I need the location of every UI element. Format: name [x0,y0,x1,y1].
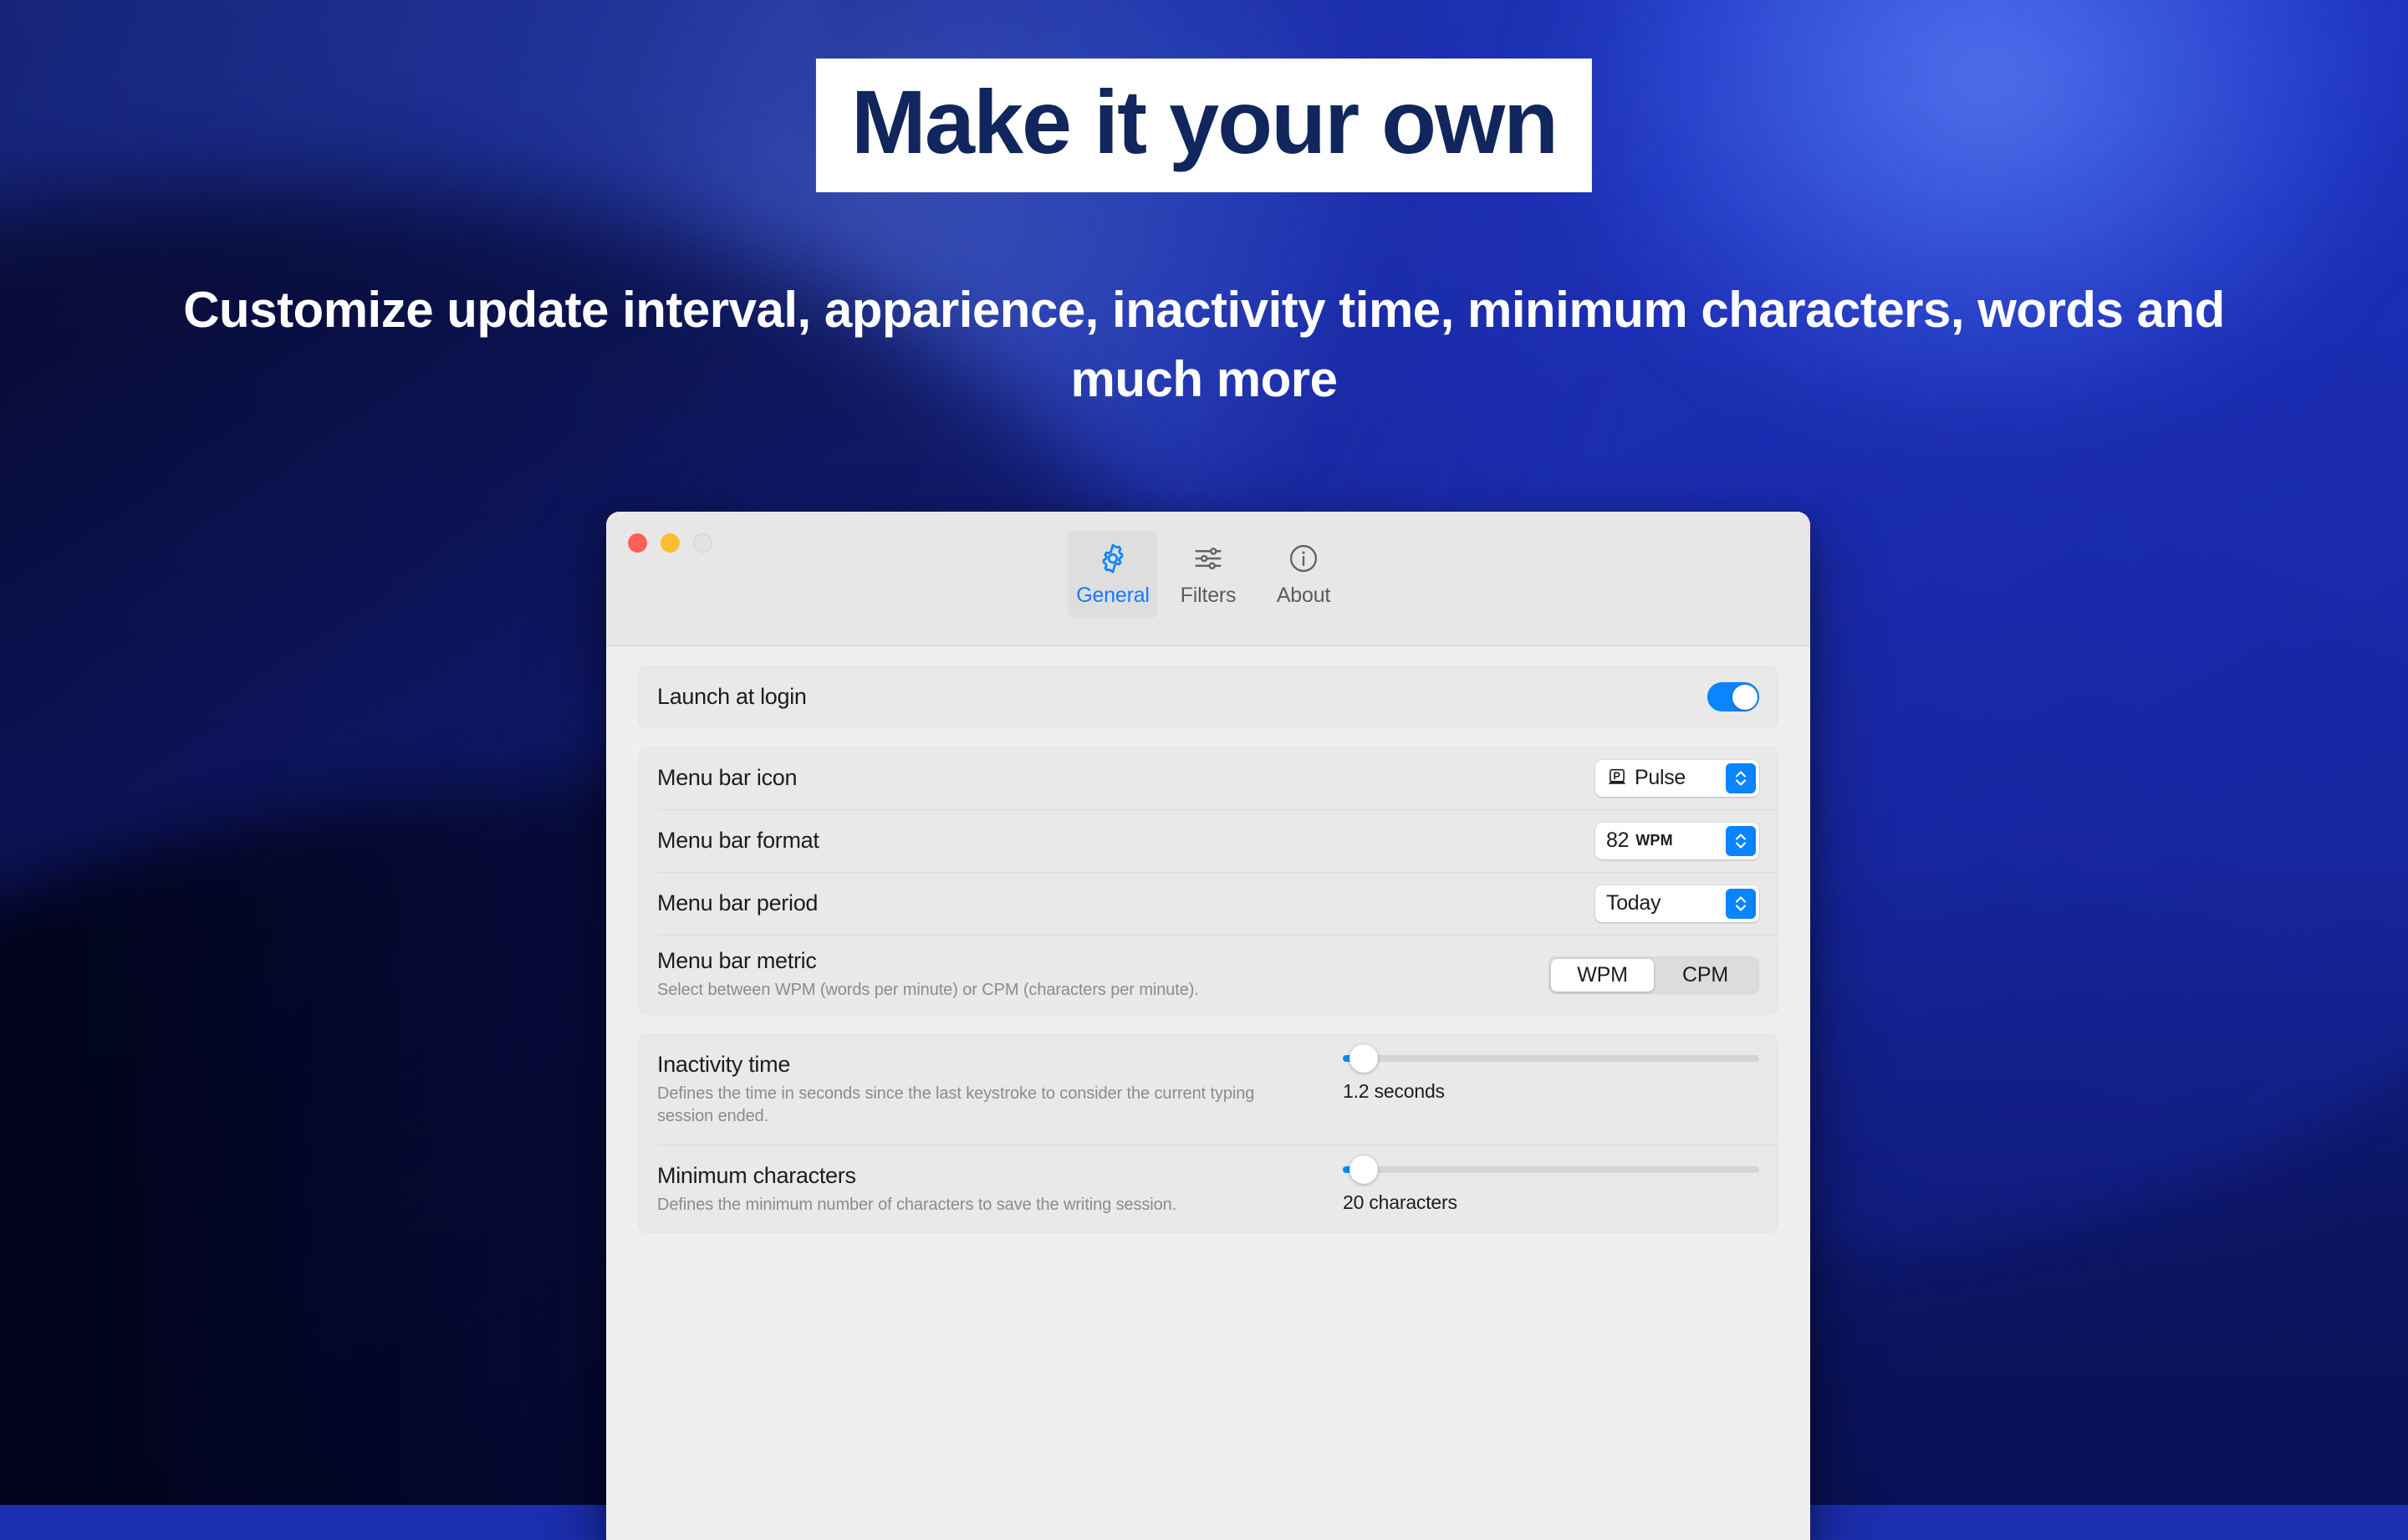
headline-banner: Make it your own [815,59,1593,192]
menu-bar-icon-value-wrap: Pulse [1606,766,1686,790]
gear-icon [1097,542,1129,575]
inactivity-time-slider-area: 1.2 seconds [1343,1044,1759,1103]
menu-bar-icon-value: Pulse [1635,766,1686,789]
page-title: Make it your own [850,71,1559,172]
row-launch-at-login-text: Launch at login [657,671,807,723]
menu-bar-format-value-number: 82 [1606,829,1630,852]
minimum-characters-slider-area: 20 characters [1343,1155,1759,1214]
inactivity-time-value: 1.2 seconds [1343,1080,1445,1102]
window-toolbar: General Filters About [606,512,1810,646]
inactivity-time-slider-thumb[interactable] [1349,1044,1378,1073]
launch-at-login-label: Launch at login [657,684,807,709]
tab-filters-label: Filters [1180,584,1237,607]
preferences-window: General Filters About Launch at login Me… [606,512,1810,1540]
inactivity-time-description: Defines the time in seconds since the la… [657,1084,1255,1125]
minimum-characters-slider-thumb[interactable] [1349,1155,1378,1184]
close-window-button[interactable] [628,533,647,553]
tab-about-label: About [1276,584,1331,607]
menu-bar-period-dropdown[interactable]: Today [1595,885,1759,922]
row-minimum-characters-text: Minimum characters Defines the minimum n… [657,1163,1176,1216]
row-menu-bar-period: Menu bar period Today [638,872,1778,935]
stepper-up-down-icon[interactable] [1726,888,1756,919]
minimize-window-button[interactable] [661,533,680,553]
traffic-light-buttons [628,533,712,553]
row-menu-bar-period-text: Menu bar period [657,877,818,930]
minimum-characters-value: 20 characters [1343,1191,1457,1213]
launch-at-login-card: Launch at login [638,665,1778,728]
menu-bar-format-value-wrap: 82 WPM [1606,829,1673,853]
segment-cpm[interactable]: CPM [1654,959,1757,992]
tab-filters[interactable]: Filters [1163,530,1253,618]
menu-bar-format-dropdown[interactable]: 82 WPM [1595,822,1759,859]
page-subtitle: Customize update interval, apparience, i… [183,282,2225,407]
tab-about[interactable]: About [1258,530,1349,618]
toolbar-tabs: General Filters About [1068,530,1349,618]
zoom-window-button[interactable] [693,533,712,553]
stepper-up-down-icon[interactable] [1726,762,1756,793]
minimum-characters-label: Minimum characters [657,1163,856,1188]
stepper-up-down-icon[interactable] [1726,825,1756,856]
menu-bar-settings-card: Menu bar icon Pulse Menu bar format 82 W… [638,747,1778,1015]
row-menu-bar-icon: Menu bar icon Pulse [638,747,1778,809]
row-menu-bar-format-text: Menu bar format [657,814,819,867]
settings-content: Launch at login Menu bar icon Pulse Menu… [606,646,1810,1540]
keyboard-key-p-icon [1606,767,1628,789]
launch-at-login-toggle[interactable] [1707,682,1759,711]
row-menu-bar-metric-text: Menu bar metric Select between WPM (word… [657,935,1199,1015]
thresholds-card: Inactivity time Defines the time in seco… [638,1033,1778,1233]
menu-bar-metric-segmented-control: WPM CPM [1548,956,1759,994]
row-menu-bar-icon-text: Menu bar icon [657,752,798,804]
minimum-characters-slider[interactable] [1343,1155,1759,1184]
minimum-characters-description: Defines the minimum number of characters… [657,1196,1177,1214]
menu-bar-icon-dropdown[interactable]: Pulse [1595,759,1759,797]
sliders-icon [1192,542,1224,575]
menu-bar-period-value-wrap: Today [1606,891,1661,915]
tab-general-label: General [1076,584,1150,607]
inactivity-time-slider[interactable] [1343,1044,1759,1073]
menu-bar-period-label: Menu bar period [657,890,819,915]
inactivity-time-label: Inactivity time [657,1052,791,1077]
info-circle-icon [1288,542,1319,575]
menu-bar-metric-description: Select between WPM (words per minute) or… [657,981,1199,999]
row-inactivity-time-text: Inactivity time Defines the time in seco… [657,1052,1309,1128]
menu-bar-icon-label: Menu bar icon [657,765,798,790]
row-menu-bar-metric: Menu bar metric Select between WPM (word… [638,935,1778,1015]
menu-bar-period-value: Today [1606,891,1661,915]
row-inactivity-time: Inactivity time Defines the time in seco… [638,1033,1778,1145]
row-menu-bar-format: Menu bar format 82 WPM [638,809,1778,872]
menu-bar-metric-label: Menu bar metric [657,948,817,973]
tab-general[interactable]: General [1068,530,1158,618]
segment-wpm[interactable]: WPM [1551,958,1654,992]
menu-bar-format-label: Menu bar format [657,828,819,853]
toggle-knob [1732,684,1758,710]
row-minimum-characters: Minimum characters Defines the minimum n… [638,1145,1778,1233]
menu-bar-format-value-unit: WPM [1635,832,1673,849]
row-launch-at-login: Launch at login [638,665,1778,728]
